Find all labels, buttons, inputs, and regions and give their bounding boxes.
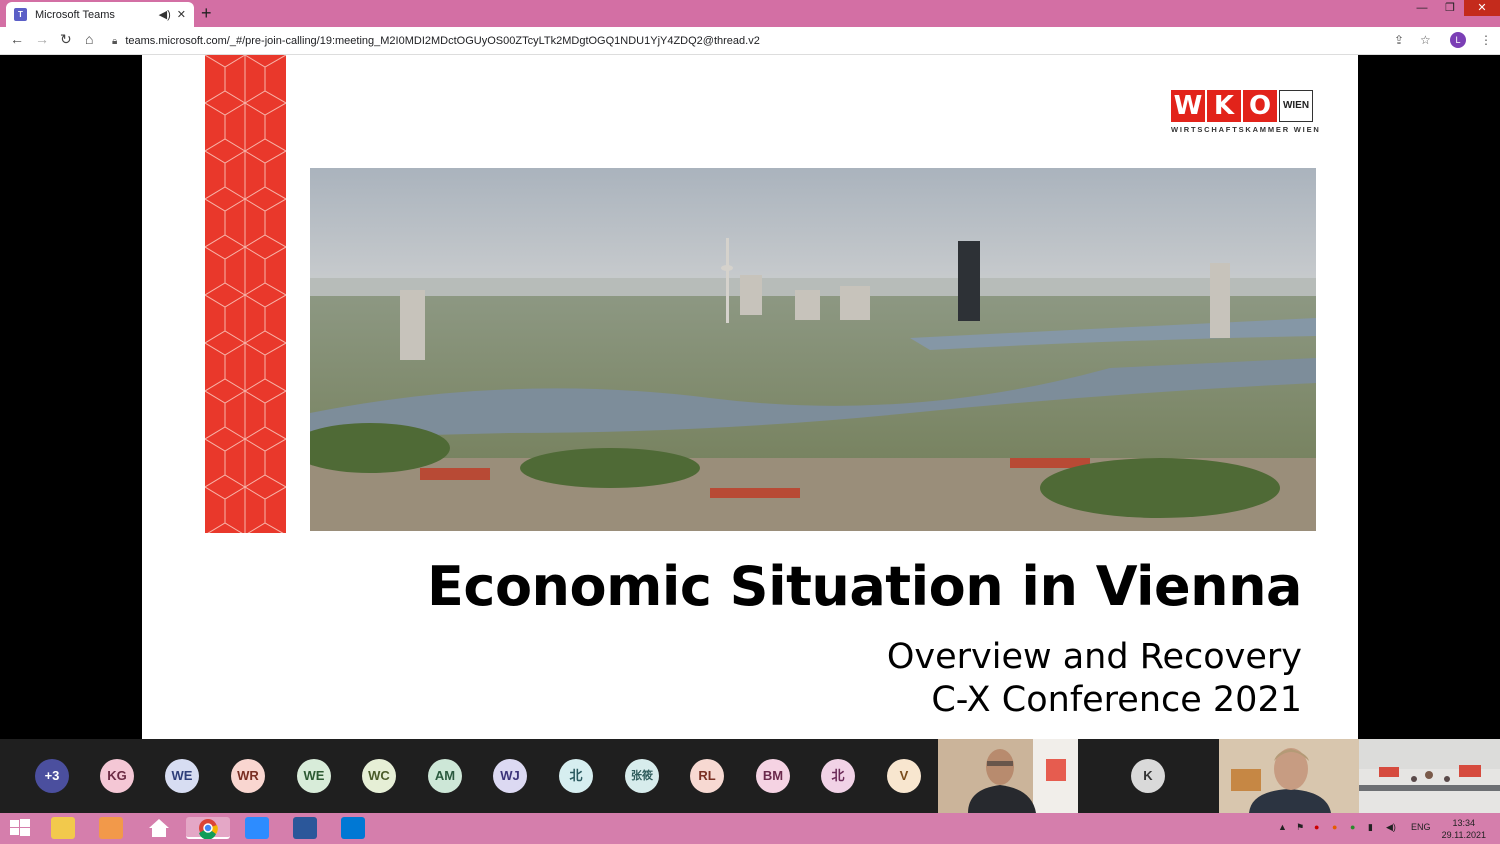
share-icon[interactable]: ⇪ [1394, 33, 1404, 47]
participant-video[interactable] [1219, 739, 1359, 813]
participant-avatar[interactable]: WJ [493, 759, 527, 793]
participant-video[interactable] [1359, 739, 1500, 813]
logo-letter: O [1243, 90, 1277, 122]
address-bar: ← → ↻ ⌂ 🔒︎ teams.microsoft.com/_#/pre-jo… [0, 27, 1500, 55]
lock-icon: 🔒︎ [112, 35, 118, 47]
clock-time: 13:34 [1452, 818, 1476, 828]
participant-avatar[interactable]: 北 [559, 759, 593, 793]
zoom-icon[interactable] [245, 817, 269, 839]
browser-titlebar: T Microsoft Teams ◀) ✕ + — ❐ ✕ [0, 0, 1500, 27]
tray-app-icon[interactable]: ● [1332, 822, 1337, 832]
participant-avatar[interactable]: WE [297, 759, 331, 793]
profile-avatar[interactable]: L [1450, 32, 1466, 48]
participant-avatar[interactable]: +3 [35, 759, 69, 793]
slide-subtitle-1: Overview and Recovery [886, 637, 1302, 677]
logo-subtitle: WIRTSCHAFTSKAMMER WIEN [1171, 125, 1321, 134]
media-player-icon[interactable] [99, 817, 123, 839]
participant-avatar[interactable]: WR [231, 759, 265, 793]
back-arrow-icon[interactable]: ← [10, 31, 24, 47]
tab-title: Microsoft Teams [35, 8, 115, 21]
reload-icon[interactable]: ↻ [60, 31, 72, 48]
bookmark-star-icon[interactable]: ☆ [1420, 33, 1431, 47]
file-explorer-icon[interactable] [51, 817, 75, 839]
tray-app-icon[interactable]: ● [1314, 822, 1319, 832]
forward-arrow-icon[interactable]: → [35, 31, 49, 47]
windows-start-icon[interactable] [8, 817, 32, 839]
windows-taskbar: ▲ ⚑ ● ● ● ▮ ◀) ENG 13:34 29.11.2021 [0, 813, 1500, 844]
participant-avatar[interactable]: K [1131, 759, 1165, 793]
system-clock[interactable]: 13:34 29.11.2021 [1442, 817, 1486, 841]
chrome-taskbar-button[interactable] [186, 817, 230, 840]
network-icon[interactable]: ▮ [1368, 822, 1373, 833]
window-close-icon[interactable]: ✕ [1464, 0, 1500, 16]
menu-kebab-icon[interactable]: ⋮ [1480, 33, 1492, 47]
browser-tab-teams[interactable]: T Microsoft Teams ◀) ✕ [6, 2, 194, 27]
tray-app-icon[interactable]: ● [1350, 822, 1355, 832]
logo-wien: WIEN [1279, 90, 1313, 122]
presentation-slide: W K O WIEN WIRTSCHAFTSKAMMER WIEN Econom… [142, 55, 1358, 739]
participant-avatar[interactable]: 北 [821, 759, 855, 793]
new-tab-button[interactable]: + [201, 3, 212, 24]
minimize-icon[interactable]: — [1408, 0, 1436, 16]
shared-screen-area: W K O WIEN WIRTSCHAFTSKAMMER WIEN Econom… [0, 55, 1500, 739]
logo-letter: W [1171, 90, 1205, 122]
slide-subtitle-2: C-X Conference 2021 [931, 680, 1302, 720]
url-field[interactable]: 🔒︎ teams.microsoft.com/_#/pre-join-calli… [112, 31, 1442, 51]
participant-avatar[interactable]: V [887, 759, 921, 793]
tab-audio-icon[interactable]: ◀) [159, 8, 171, 21]
logo-letter: K [1207, 90, 1241, 122]
tab-close-icon[interactable]: ✕ [177, 8, 186, 21]
participant-avatar[interactable]: AM [428, 759, 462, 793]
vienna-skyline-photo [310, 168, 1316, 531]
participants-strip: +3 KG WE WR WE WC AM WJ 北 张筱 RL BM 北 V K [0, 739, 1500, 813]
word-icon[interactable] [293, 817, 317, 839]
volume-icon[interactable]: ◀) [1386, 822, 1396, 833]
tray-chevron-icon[interactable]: ▲ [1278, 822, 1287, 832]
home-app-icon[interactable] [147, 817, 171, 839]
participant-avatar[interactable]: 张筱 [625, 759, 659, 793]
clock-date: 29.11.2021 [1441, 830, 1486, 840]
url-text: teams.microsoft.com/_#/pre-join-calling/… [125, 35, 760, 47]
language-indicator[interactable]: ENG [1411, 822, 1431, 832]
slide-title: Economic Situation in Vienna [427, 555, 1302, 618]
tray-flag-icon[interactable]: ⚑ [1296, 822, 1304, 833]
participant-avatar[interactable]: RL [690, 759, 724, 793]
home-icon[interactable]: ⌂ [85, 31, 93, 47]
participant-avatar[interactable]: BM [756, 759, 790, 793]
wko-logo: W K O WIEN WIRTSCHAFTSKAMMER WIEN [1171, 90, 1321, 136]
restore-icon[interactable]: ❐ [1436, 0, 1464, 16]
red-geometric-pattern [205, 55, 286, 533]
participant-avatar[interactable]: WE [165, 759, 199, 793]
teams-icon: T [14, 8, 27, 21]
participant-avatar[interactable]: KG [100, 759, 134, 793]
outlook-icon[interactable] [341, 817, 365, 839]
participant-video[interactable] [938, 739, 1078, 813]
participant-avatar[interactable]: WC [362, 759, 396, 793]
